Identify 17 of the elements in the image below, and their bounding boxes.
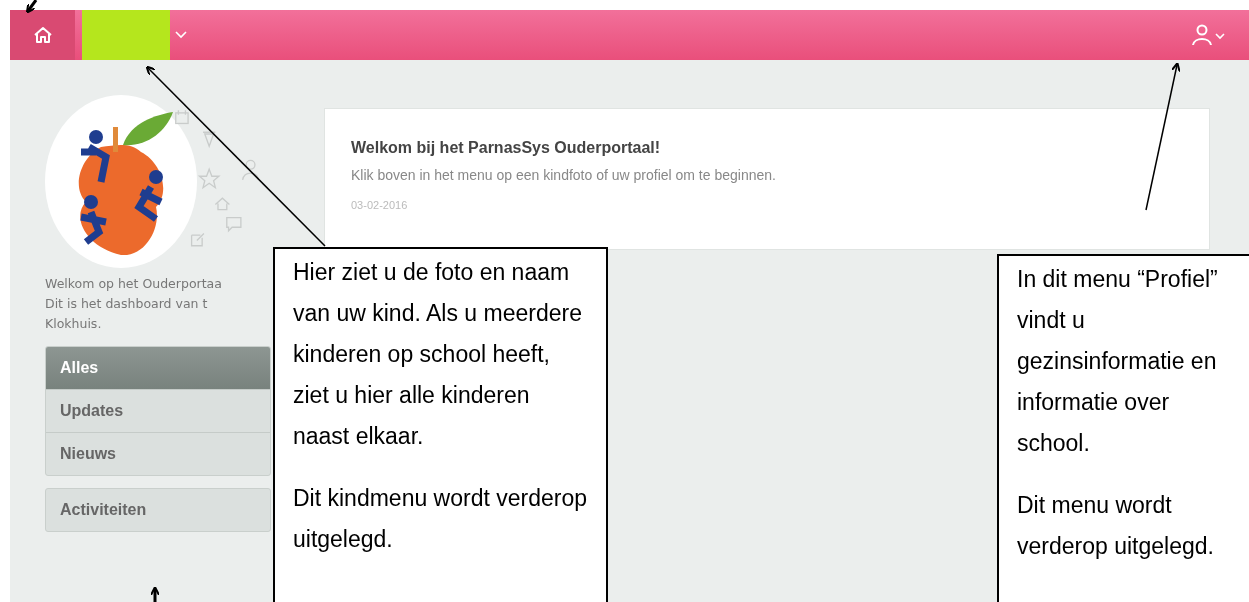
message-text: Klik boven in het menu op een kindfoto of uw profiel om te beginnen. [351,167,777,183]
callout-text: Dit menu wordt verderop uitgelegd. [1017,491,1215,561]
menu-item[interactable]: Alles [46,347,270,389]
callout-text: Dit kindmenu wordt verderop uitgelegd. [293,484,588,554]
message-title: Welkom bij het ParnasSys Ouderportaal! [351,139,662,157]
message-date: 03-02-2016 [351,199,409,211]
callout-text: Hier ziet u de foto en naam van uw kind. Als u meerdere kinderen op school heeft, ziet u hier alle kinderen naast elkaar. [293,258,583,451]
chevron-down-icon[interactable] [175,31,187,39]
menu-item[interactable]: Updates [46,389,270,432]
menu-item[interactable]: Activiteiten [46,489,270,531]
home-icon [32,26,53,44]
callout-text: In dit menu “Profiel” vindt u gezinsinformatie en informatie over school. [1017,265,1219,458]
home-button[interactable] [10,10,75,60]
annotation-arrow [150,586,160,602]
annotation-arrow [25,0,38,14]
welcome-text: Welkom op het Ouderportaa Dit is het dashboard van t Klokhuis. [45,275,223,333]
menu-item[interactable]: Nieuws [46,432,270,475]
